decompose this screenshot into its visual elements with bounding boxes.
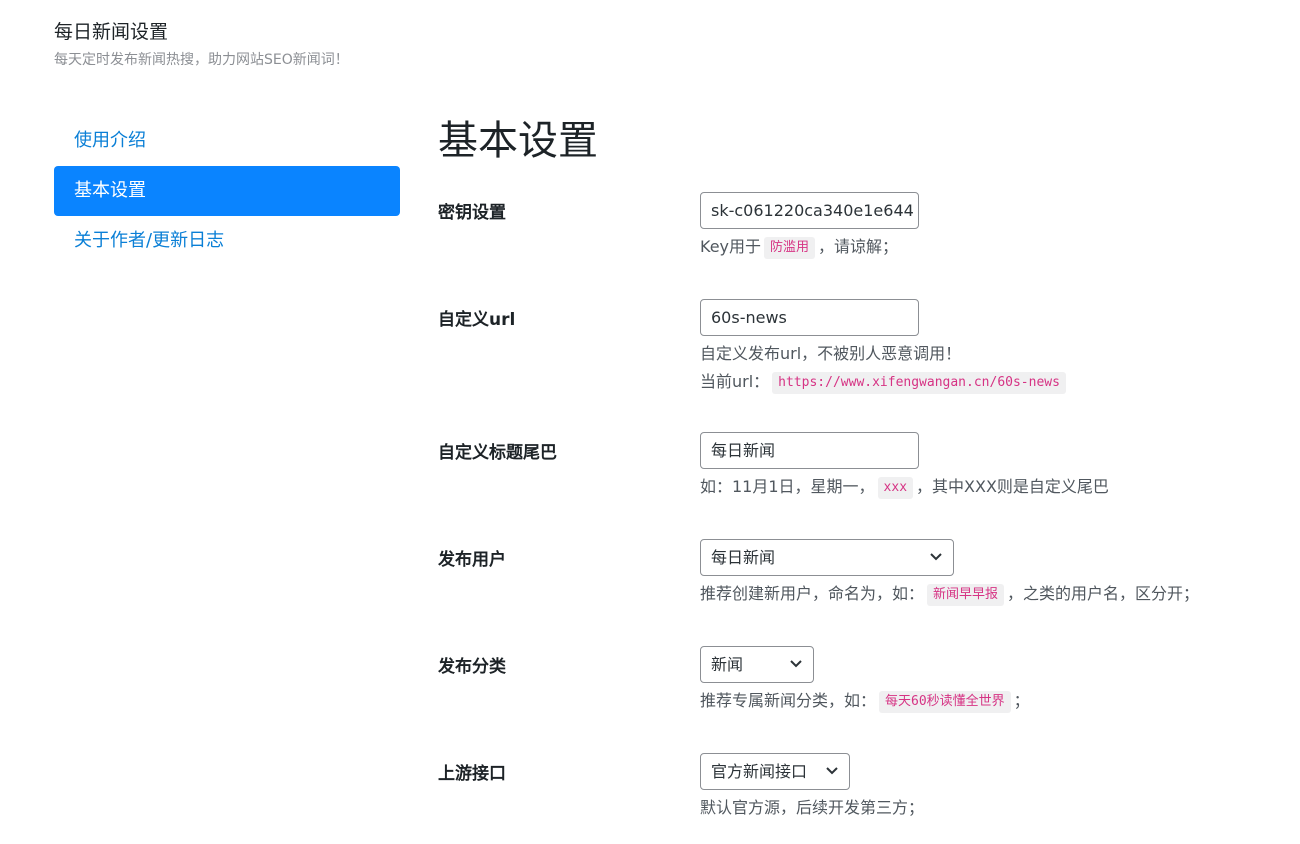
category-label: 发布分类 — [438, 657, 506, 677]
sidebar-item-intro[interactable]: 使用介绍 — [54, 116, 400, 166]
author-desc-text-after: ，之类的用户名，区分开； — [1007, 584, 1200, 603]
source-description: 默认官方源，后续开发第三方； — [700, 798, 925, 817]
author-select[interactable]: 每日新闻 — [700, 539, 954, 576]
category-select[interactable]: 新闻 — [700, 646, 814, 683]
source-select[interactable]: 官方新闻接口 — [700, 753, 850, 790]
category-desc-text-after: ； — [1013, 691, 1030, 710]
url-desc-current-code: https://www.xifengwangan.cn/60s-news — [772, 372, 1066, 394]
chevron-down-icon — [930, 553, 942, 561]
section-title: 基本设置 — [438, 118, 598, 164]
title-suffix-desc-code: xxx — [877, 477, 914, 499]
title-suffix-desc-text-after: ，其中XXX则是自定义尾巴 — [916, 477, 1109, 496]
author-desc-code: 新闻早早报 — [927, 584, 1005, 606]
source-label: 上游接口 — [438, 764, 506, 784]
url-label: 自定义url — [438, 310, 516, 330]
url-description: 自定义发布url，不被别人恶意调用！ 当前url： https://www.xif… — [700, 340, 1069, 396]
key-label: 密钥设置 — [438, 203, 506, 223]
page-header: 每日新闻设置 每天定时发布新闻热搜，助力网站SEO新闻词！ — [54, 18, 349, 70]
url-desc-current-label: 当前url： — [700, 372, 770, 391]
key-description: Key用于 防滥用 ，请谅解； — [700, 233, 919, 261]
category-select-value: 新闻 — [711, 655, 744, 674]
page-subtitle: 每天定时发布新闻热搜，助力网站SEO新闻词！ — [54, 52, 349, 68]
category-desc-code: 每天60秒读懂全世界 — [879, 691, 1011, 713]
author-label: 发布用户 — [438, 550, 506, 570]
category-desc-text: 推荐专属新闻分类，如： — [700, 691, 877, 710]
key-desc-code: 防滥用 — [764, 237, 816, 259]
key-desc-text: Key用于 — [700, 237, 762, 256]
author-desc-text: 推荐创建新用户，命名为，如： — [700, 584, 925, 603]
sidebar-item-about-changelog[interactable]: 关于作者/更新日志 — [54, 216, 400, 266]
url-desc-line1: 自定义发布url，不被别人恶意调用！ — [700, 344, 962, 363]
category-description: 推荐专属新闻分类，如： 每天60秒读懂全世界； — [700, 687, 1030, 715]
key-input[interactable]: sk-c061220ca340e1e644 — [700, 192, 919, 229]
source-select-value: 官方新闻接口 — [711, 762, 808, 781]
sidebar-nav: 使用介绍 基本设置 关于作者/更新日志 — [54, 116, 400, 266]
chevron-down-icon — [790, 660, 802, 668]
chevron-down-icon — [826, 767, 838, 775]
url-desc-line2: 当前url： https://www.xifengwangan.cn/60s-ne… — [700, 368, 1069, 396]
page-title: 每日新闻设置 — [54, 21, 169, 43]
url-input[interactable]: 60s-news — [700, 299, 919, 336]
key-desc-text-after: ，请谅解； — [818, 237, 899, 256]
author-select-value: 每日新闻 — [711, 548, 776, 567]
title-suffix-label: 自定义标题尾巴 — [438, 443, 557, 463]
title-suffix-description: 如：11月1日，星期一， xxx ，其中XXX则是自定义尾巴 — [700, 473, 1109, 501]
author-description: 推荐创建新用户，命名为，如： 新闻早早报 ，之类的用户名，区分开； — [700, 580, 1199, 608]
title-suffix-input[interactable]: 每日新闻 — [700, 432, 919, 469]
main-content: 基本设置 密钥设置 sk-c061220ca340e1e644 Key用于 防滥用… — [438, 110, 1278, 817]
title-suffix-desc-text: 如：11月1日，星期一， — [700, 477, 875, 496]
sidebar-item-basic-settings[interactable]: 基本设置 — [54, 166, 400, 216]
